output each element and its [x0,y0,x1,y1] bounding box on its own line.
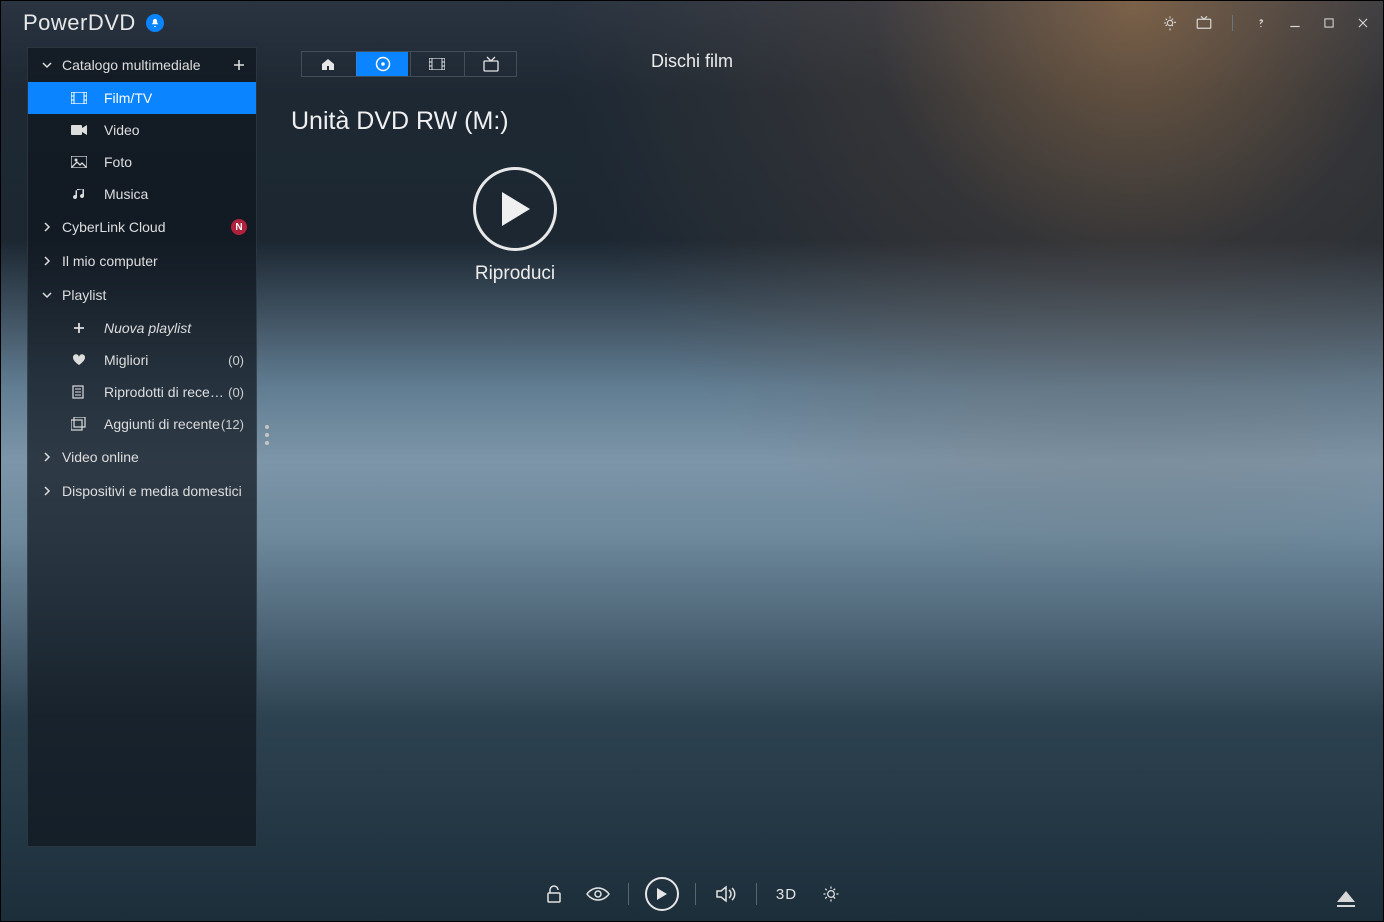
app-window: PowerDVD [0,0,1384,922]
minimize-icon[interactable] [1285,13,1305,33]
sidebar-section-label: Il mio computer [62,253,248,269]
sidebar-item-music[interactable]: Musica [28,178,256,210]
tv-mode-icon[interactable] [1194,13,1214,33]
recent-added-icon [68,417,90,431]
video-icon [68,124,90,136]
heart-icon [68,354,90,366]
sidebar-item-label: Riprodotti di recente [104,384,228,400]
settings-gear-icon[interactable] [817,880,845,908]
sidebar-section-label: CyberLink Cloud [62,219,230,235]
help-icon[interactable] [1251,13,1271,33]
sidebar-section-label: Video online [62,449,248,465]
notification-bell-icon[interactable] [146,14,164,32]
add-icon [68,322,90,334]
play-button-bottom[interactable] [645,877,679,911]
sidebar-item-label: Video [104,122,246,138]
eject-icon [1337,891,1355,902]
separator [756,883,757,905]
count-badge: (0) [228,385,246,400]
titlebar: PowerDVD [1,5,1383,41]
sidebar-item-photo[interactable]: Foto [28,146,256,178]
sidebar-item-new-playlist[interactable]: Nuova playlist [28,312,256,344]
sidebar-item-recent-added[interactable]: Aggiunti di recente (12) [28,408,256,440]
count-badge: (0) [228,353,246,368]
photo-icon [68,156,90,168]
recent-played-icon [68,385,90,399]
lock-icon[interactable] [540,880,568,908]
sidebar-item-recent-played[interactable]: Riprodotti di recente (0) [28,376,256,408]
sidebar-section-video-online[interactable]: Video online [28,440,256,474]
separator [695,883,696,905]
sidebar-item-video[interactable]: Video [28,114,256,146]
sidebar-item-label: Nuova playlist [104,320,246,336]
sidebar-item-label: Film/TV [104,90,246,106]
sidebar-item-label: Foto [104,154,246,170]
sidebar: Catalogo multimediale Film/TV Video Foto… [27,47,257,847]
sidebar-section-label: Playlist [62,287,248,303]
sidebar-section-cloud[interactable]: CyberLink Cloud N [28,210,256,244]
count-badge: (12) [221,417,246,432]
app-title: PowerDVD [23,10,136,36]
sidebar-item-label: Musica [104,186,246,202]
sidebar-section-my-computer[interactable]: Il mio computer [28,244,256,278]
bottom-bar: 3D [1,867,1383,921]
music-icon [68,187,90,201]
drive-title: Unità DVD RW (M:) [291,107,509,136]
volume-icon[interactable] [712,880,740,908]
chevron-right-icon [40,222,54,232]
eject-button[interactable] [1337,891,1355,907]
play-button[interactable] [473,167,557,251]
sidebar-item-film-tv[interactable]: Film/TV [28,82,256,114]
separator [1232,15,1233,31]
sidebar-section-devices[interactable]: Dispositivi e media domestici [28,474,256,508]
play-block: Riproduci [467,167,563,285]
chevron-right-icon [40,452,54,462]
chevron-down-icon [40,290,54,300]
separator [628,883,629,905]
close-icon[interactable] [1353,13,1373,33]
sidebar-item-label: Migliori [104,352,228,368]
sidebar-item-best[interactable]: Migliori (0) [28,344,256,376]
sidebar-section-playlist[interactable]: Playlist [28,278,256,312]
chevron-right-icon [40,486,54,496]
eye-icon[interactable] [584,880,612,908]
maximize-icon[interactable] [1319,13,1339,33]
sidebar-section-label: Dispositivi e media domestici [62,483,248,499]
three-d-toggle[interactable]: 3D [773,880,801,908]
more-options-icon[interactable] [265,425,269,445]
play-label: Riproduci [475,263,555,285]
film-icon [68,92,90,104]
sidebar-item-label: Aggiunti di recente [104,416,221,432]
settings-icon[interactable] [1160,13,1180,33]
page-title: Dischi film [1,51,1383,72]
chevron-right-icon [40,256,54,266]
new-badge: N [231,219,247,235]
titlebar-controls [1160,13,1373,33]
